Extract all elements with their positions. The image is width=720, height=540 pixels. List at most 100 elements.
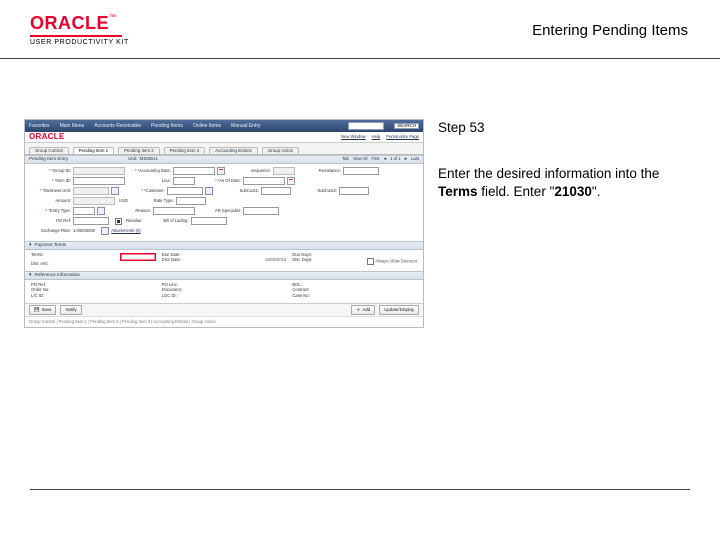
tab-acct-entries[interactable]: Accounting Entries xyxy=(209,147,258,154)
terms-input[interactable] xyxy=(120,253,156,261)
nav-item[interactable]: Online Items xyxy=(193,124,221,129)
app-screenshot: Favorites Main Menu Accounts Receivable … xyxy=(24,119,424,328)
nav-item[interactable]: Manual Entry xyxy=(231,124,260,129)
section-title: Payment Terms xyxy=(35,243,67,248)
subcust2-input[interactable] xyxy=(339,187,369,195)
bus-unit-label: *Business Unit: xyxy=(31,189,71,193)
ref-loc-label: LOC ID: xyxy=(162,294,177,298)
chevron-left-icon[interactable]: ◂ xyxy=(384,157,387,162)
remit-label: Remittance: xyxy=(301,169,341,173)
link-help[interactable]: Help xyxy=(372,135,381,139)
lookup-icon[interactable] xyxy=(97,207,105,215)
nav-item[interactable]: Favorites xyxy=(29,124,50,129)
po-ref-input[interactable] xyxy=(73,217,109,225)
always-discount-checkbox[interactable] xyxy=(367,258,374,265)
entry-type-label: *Entry Type: xyxy=(31,209,71,213)
calendar-icon[interactable] xyxy=(287,177,295,185)
action-bar: 💾Save Notify ＋Add Update/Display xyxy=(25,303,423,316)
link-new-window[interactable]: New Window xyxy=(341,135,365,139)
section-reference-info: ▾ Reference Information xyxy=(25,271,423,280)
lookup-icon[interactable] xyxy=(111,187,119,195)
page-title: Entering Pending Items xyxy=(532,22,688,39)
item-id-label: *Item ID: xyxy=(31,179,71,183)
calendar-icon[interactable] xyxy=(217,167,225,175)
search-input[interactable] xyxy=(348,122,384,130)
subcust2-label: SubCust2: xyxy=(297,189,337,193)
disc-amt-label: Disc Amt: xyxy=(31,262,49,266)
lookup-icon[interactable] xyxy=(205,187,213,195)
save-button[interactable]: 💾Save xyxy=(29,305,56,315)
exch-label: Exchange Rate: xyxy=(31,229,71,233)
exch-value: 1.00000000 xyxy=(73,229,95,233)
section-pending-item-entry: Pending Item Entry Unit: MS0BU1 Tab View… xyxy=(25,155,423,164)
rate-type-label: Rate Type: xyxy=(134,199,174,203)
tab-pending-item-2[interactable]: Pending Item 2 xyxy=(118,147,160,154)
collapse-icon[interactable]: ▾ xyxy=(29,243,32,248)
tab-pending-item-1[interactable]: Pending Item 1 xyxy=(73,147,115,154)
revalue-checkbox[interactable] xyxy=(115,218,122,225)
asof-label: *As Of Date: xyxy=(201,179,241,183)
chevron-right-icon[interactable]: ▸ xyxy=(405,157,408,162)
tabs: Group Control Pending Item 1 Pending Ite… xyxy=(25,143,423,155)
tab-group-control[interactable]: Group Control xyxy=(29,147,69,154)
ref-case-label: Case No: xyxy=(292,294,309,298)
attachments-link[interactable]: Attachments (0) xyxy=(111,229,141,233)
reason-input[interactable] xyxy=(153,207,195,215)
breadcrumb: Group Control | Pending Item 1 | Pending… xyxy=(25,316,423,327)
revalue-label: Revalue: xyxy=(126,219,143,223)
search-button[interactable]: SEARCH xyxy=(394,123,419,130)
line-label: Line: xyxy=(131,179,171,183)
line-input[interactable] xyxy=(173,177,195,185)
attach-icon[interactable] xyxy=(101,227,109,235)
amount-label: Amount: xyxy=(31,199,71,203)
nav-item[interactable]: Pending Items xyxy=(151,124,183,129)
seq-label: Sequence: xyxy=(231,169,271,173)
subcust1-input[interactable] xyxy=(261,187,291,195)
remit-input[interactable] xyxy=(343,167,379,175)
logo-text: ORACLE xyxy=(30,13,109,33)
cust-label: *Customer: xyxy=(125,189,165,193)
collapse-icon[interactable]: ▾ xyxy=(29,273,32,278)
section-title: Reference Information xyxy=(35,273,80,278)
bus-unit-value xyxy=(73,187,109,195)
oracle-upk-logo: ORACLE™ USER PRODUCTIVITY KIT xyxy=(30,14,129,46)
entry-type-input[interactable] xyxy=(73,207,95,215)
group-id-value xyxy=(73,167,125,175)
unit-label: Unit: xyxy=(128,157,137,162)
nav-tab[interactable]: Tab xyxy=(342,157,349,162)
save-icon: 💾 xyxy=(34,306,39,314)
nav-view-all[interactable]: View All xyxy=(353,157,368,162)
ref-contract-label: Contract: xyxy=(292,288,309,292)
ar-spec-input[interactable] xyxy=(243,207,279,215)
plus-icon: ＋ xyxy=(356,306,360,314)
app-subbar: ORACLE New Window Help Personalize Page xyxy=(25,132,423,143)
asof-input[interactable] xyxy=(243,177,285,185)
tab-group-action[interactable]: Group Action xyxy=(262,147,299,154)
ref-doc-label: Document: xyxy=(162,288,182,292)
bl-label: Bill of Lading: xyxy=(149,219,189,223)
nav-item[interactable]: Accounts Receivable xyxy=(94,124,141,129)
logo-subtitle: USER PRODUCTIVITY KIT xyxy=(30,39,129,46)
cust-input[interactable] xyxy=(167,187,203,195)
doc-header: ORACLE™ USER PRODUCTIVITY KIT Entering P… xyxy=(0,0,720,59)
nav-count: 1 of 1 xyxy=(390,157,400,162)
notify-button[interactable]: Notify xyxy=(60,305,81,315)
add-button[interactable]: ＋Add xyxy=(351,305,375,315)
amount-value xyxy=(73,197,115,205)
brand-mini: ORACLE xyxy=(29,133,65,141)
nav-last[interactable]: Last xyxy=(411,157,419,162)
item-id-input[interactable] xyxy=(73,177,125,185)
nav-first[interactable]: First xyxy=(371,157,379,162)
bl-input[interactable] xyxy=(191,217,227,225)
disc-date-value: 04/02/2016 xyxy=(265,258,286,262)
link-personalize[interactable]: Personalize Page xyxy=(386,135,419,139)
acct-date-input[interactable] xyxy=(173,167,215,175)
update-display-button[interactable]: Update/Display xyxy=(379,305,419,315)
po-ref-label: PO Ref: xyxy=(31,219,71,223)
rate-type-input[interactable] xyxy=(176,197,206,205)
ref-order-label: Order No: xyxy=(31,288,49,292)
nav-item[interactable]: Main Menu xyxy=(60,124,85,129)
currency-value: USD xyxy=(119,199,128,203)
tab-pending-item-3[interactable]: Pending Item 3 xyxy=(164,147,206,154)
app-topbar: Favorites Main Menu Accounts Receivable … xyxy=(25,120,423,132)
